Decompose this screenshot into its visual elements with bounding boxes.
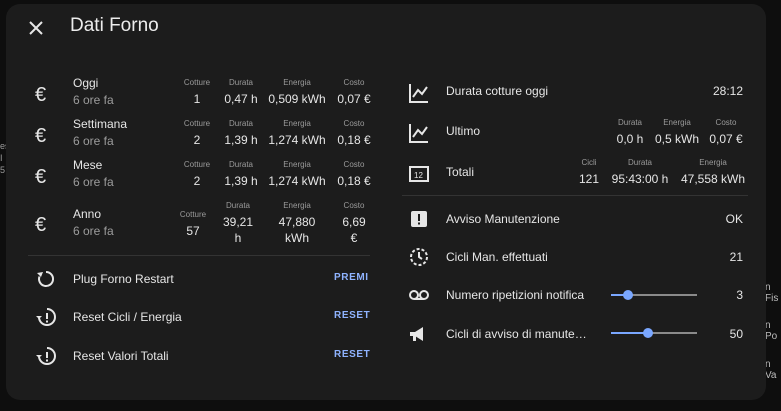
- stat-costo: Costo 0,07 €: [337, 78, 371, 106]
- background-fragment-right: n Fis: [765, 282, 779, 304]
- counter-icon: 12: [409, 166, 429, 182]
- chart-line-icon: [409, 124, 428, 143]
- entity-value: 21: [729, 250, 743, 264]
- entity-name[interactable]: Numero ripetizioni notifica: [446, 288, 584, 302]
- stat-costo: Costo 0,18 €: [337, 119, 371, 147]
- slider-handle[interactable]: [623, 290, 634, 300]
- stat-cotture: Cotture 2: [183, 119, 211, 147]
- period-updated: 6 ore fa: [73, 175, 114, 189]
- dialog: Dati Forno € Oggi 6 ore fa Cotture 1 Dura…: [6, 4, 766, 400]
- restart-icon: [37, 270, 55, 287]
- entity-name[interactable]: Cicli di avviso di manute…: [446, 327, 587, 341]
- button-row-label: Reset Cicli / Energia: [73, 310, 182, 324]
- background-fragment-right: n Va: [765, 359, 777, 381]
- svg-text:€: €: [35, 125, 46, 147]
- stat-costo: Costo 0,07 €: [709, 118, 743, 146]
- close-icon[interactable]: [24, 16, 48, 40]
- stat-cicli: Cicli 121: [578, 158, 600, 186]
- stat-durata: Durata 95:43:00 h: [611, 158, 669, 186]
- svg-text:12: 12: [414, 171, 423, 180]
- period-updated: 6 ore fa: [73, 224, 114, 238]
- divider: [28, 255, 370, 256]
- stat-durata: Durata 1,39 h: [224, 160, 258, 188]
- period-updated: 6 ore fa: [73, 134, 114, 148]
- euro-icon: €: [35, 125, 46, 147]
- ripetizioni-slider[interactable]: [611, 288, 697, 302]
- slider-handle[interactable]: [642, 328, 653, 338]
- reset-totali-button[interactable]: RESET: [334, 349, 370, 360]
- stat-energia: Energia 1,274 kWh: [268, 160, 326, 188]
- entity-name[interactable]: Durata cotture oggi: [446, 84, 548, 98]
- stat-costo: Costo 6,69 €: [342, 201, 366, 245]
- divider: [402, 195, 748, 196]
- stat-cotture: Cotture 1: [183, 78, 211, 106]
- stat-energia: Energia 0,5 kWh: [654, 118, 699, 146]
- entity-value: 28:12: [712, 84, 743, 98]
- period-name[interactable]: Anno: [73, 207, 101, 221]
- euro-icon: €: [35, 214, 46, 236]
- dialog-title: Dati Forno: [70, 15, 159, 36]
- stat-energia: Energia 0,509 kWh: [268, 78, 326, 106]
- entity-name[interactable]: Totali: [446, 165, 474, 179]
- stat-durata: Durata 1,39 h: [224, 119, 258, 147]
- history-alert-icon: [36, 308, 56, 326]
- entity-value: 50: [729, 327, 743, 341]
- button-row-label: Reset Valori Totali: [73, 349, 169, 363]
- megaphone-icon: [410, 327, 423, 341]
- stat-cotture: Cotture 2: [183, 160, 211, 188]
- stat-energia: Energia 47,558 kWh: [680, 158, 746, 186]
- stat-costo: Costo 0,18 €: [337, 160, 371, 188]
- stat-durata: Durata 0,0 h: [616, 118, 644, 146]
- svg-text:€: €: [35, 214, 46, 236]
- svg-text:€: €: [35, 166, 46, 188]
- stat-energia: Energia 1,274 kWh: [268, 119, 326, 147]
- entity-value: 3: [736, 288, 743, 302]
- chart-line-icon: [409, 84, 428, 103]
- alert-box-icon: [411, 211, 427, 227]
- button-row-label: Plug Forno Restart: [73, 272, 174, 286]
- entity-name[interactable]: Avviso Manutenzione: [446, 212, 560, 226]
- clock-cycle-icon: [410, 248, 428, 266]
- background-fragment-right: n Po: [765, 320, 778, 342]
- stat-energia: Energia 47,880 kWh: [278, 201, 316, 245]
- period-name[interactable]: Mese: [73, 158, 102, 172]
- period-name[interactable]: Settimana: [73, 117, 127, 131]
- period-name[interactable]: Oggi: [73, 76, 98, 90]
- cicli-avviso-slider[interactable]: [611, 326, 697, 340]
- history-alert-icon: [36, 347, 56, 365]
- euro-icon: €: [35, 166, 46, 188]
- stat-cotture: Cotture 57: [179, 210, 207, 238]
- entity-value: OK: [725, 212, 743, 226]
- euro-icon: €: [35, 84, 46, 106]
- voicemail-icon: [409, 290, 429, 300]
- stat-durata: Durata 0,47 h: [224, 78, 258, 106]
- reset-cicli-button[interactable]: RESET: [334, 310, 370, 321]
- stat-durata: Durata 39,21 h: [222, 201, 254, 245]
- period-updated: 6 ore fa: [73, 93, 114, 107]
- premi-button[interactable]: PREMI: [334, 272, 369, 283]
- entity-name[interactable]: Cicli Man. effettuati: [446, 250, 548, 264]
- entity-name[interactable]: Ultimo: [446, 124, 480, 138]
- svg-text:€: €: [35, 84, 46, 106]
